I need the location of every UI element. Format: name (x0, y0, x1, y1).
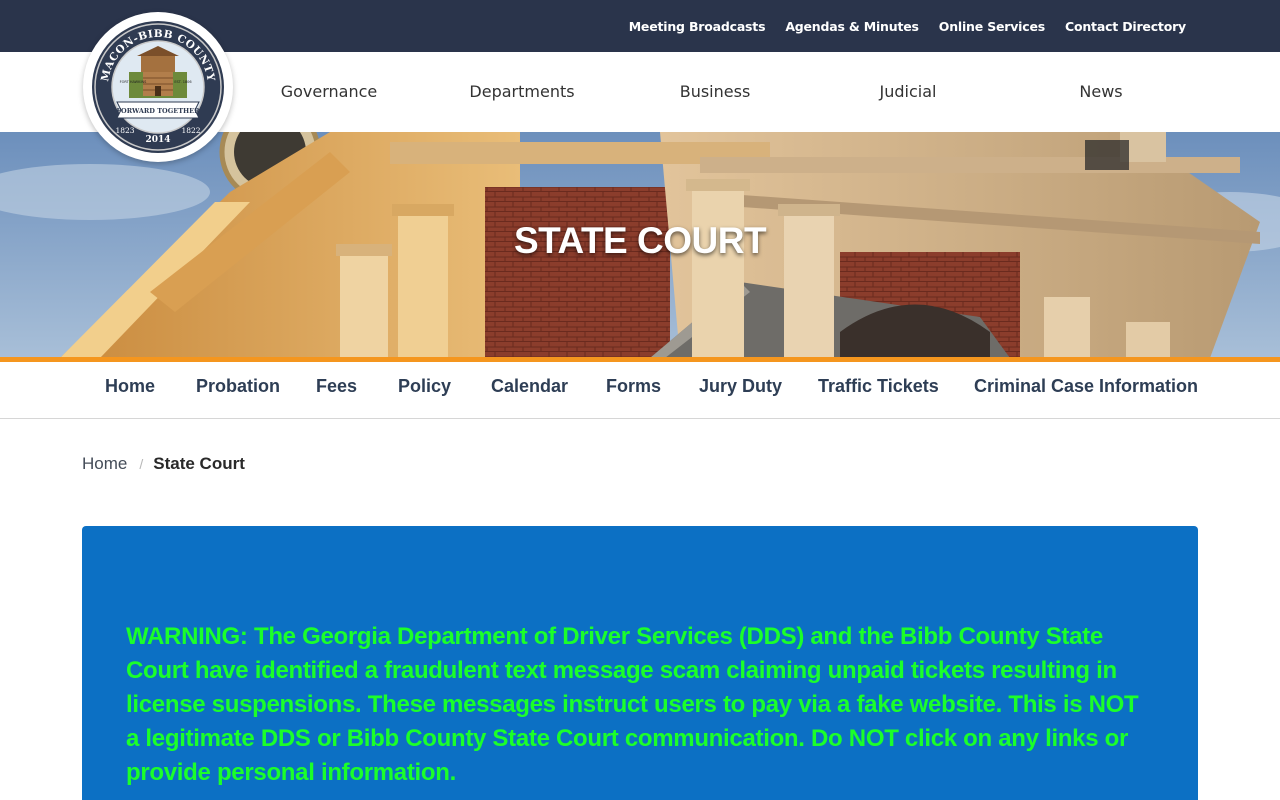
section-nav-criminal-case-information[interactable]: Criminal Case Information (974, 362, 1198, 418)
nav-departments[interactable]: Departments (469, 52, 574, 132)
breadcrumb-current: State Court (153, 454, 245, 473)
seal-year-center: 2014 (145, 135, 170, 145)
section-nav: Home Probation Fees Policy Calendar Form… (0, 362, 1280, 419)
section-nav-forms[interactable]: Forms (606, 362, 661, 418)
scam-warning-text: WARNING: The Georgia Department of Drive… (126, 623, 1139, 786)
section-nav-probation[interactable]: Probation (196, 362, 280, 418)
section-nav-fees[interactable]: Fees (316, 362, 357, 418)
seal-est-label: EST. 1806 (174, 80, 191, 84)
seal-fort-label: FORT HAWKINS (120, 80, 147, 84)
nav-governance[interactable]: Governance (281, 52, 378, 132)
section-nav-traffic-tickets[interactable]: Traffic Tickets (818, 362, 939, 418)
scam-warning-alert: WARNING: The Georgia Department of Drive… (82, 526, 1198, 800)
section-nav-home[interactable]: Home (105, 362, 155, 418)
section-nav-jury-duty[interactable]: Jury Duty (699, 362, 782, 418)
utility-nav: Meeting Broadcasts Agendas & Minutes Onl… (629, 0, 1187, 52)
county-seal-graphic: MACON-BIBB COUNTY FORT HAWKINS EST. 1806… (92, 21, 224, 153)
nav-judicial[interactable]: Judicial (880, 52, 937, 132)
hero-banner: STATE COURT (0, 132, 1280, 358)
breadcrumb-home-link[interactable]: Home (82, 454, 127, 474)
section-nav-calendar[interactable]: Calendar (491, 362, 568, 418)
section-nav-policy[interactable]: Policy (398, 362, 451, 418)
breadcrumb-separator: / (139, 456, 144, 472)
online-services-link[interactable]: Online Services (939, 19, 1045, 34)
seal-motto: FORWARD TOGETHER (116, 107, 200, 115)
breadcrumb: Home / State Court (82, 452, 245, 476)
page-title: STATE COURT (513, 220, 767, 261)
meeting-broadcasts-link[interactable]: Meeting Broadcasts (629, 19, 766, 34)
nav-business[interactable]: Business (680, 52, 751, 132)
nav-news[interactable]: News (1079, 52, 1122, 132)
county-seal-logo[interactable]: MACON-BIBB COUNTY FORT HAWKINS EST. 1806… (83, 12, 233, 162)
seal-year-right: 1822 (181, 126, 200, 135)
contact-directory-link[interactable]: Contact Directory (1065, 19, 1186, 34)
seal-year-left: 1823 (115, 126, 134, 135)
agendas-minutes-link[interactable]: Agendas & Minutes (785, 19, 919, 34)
